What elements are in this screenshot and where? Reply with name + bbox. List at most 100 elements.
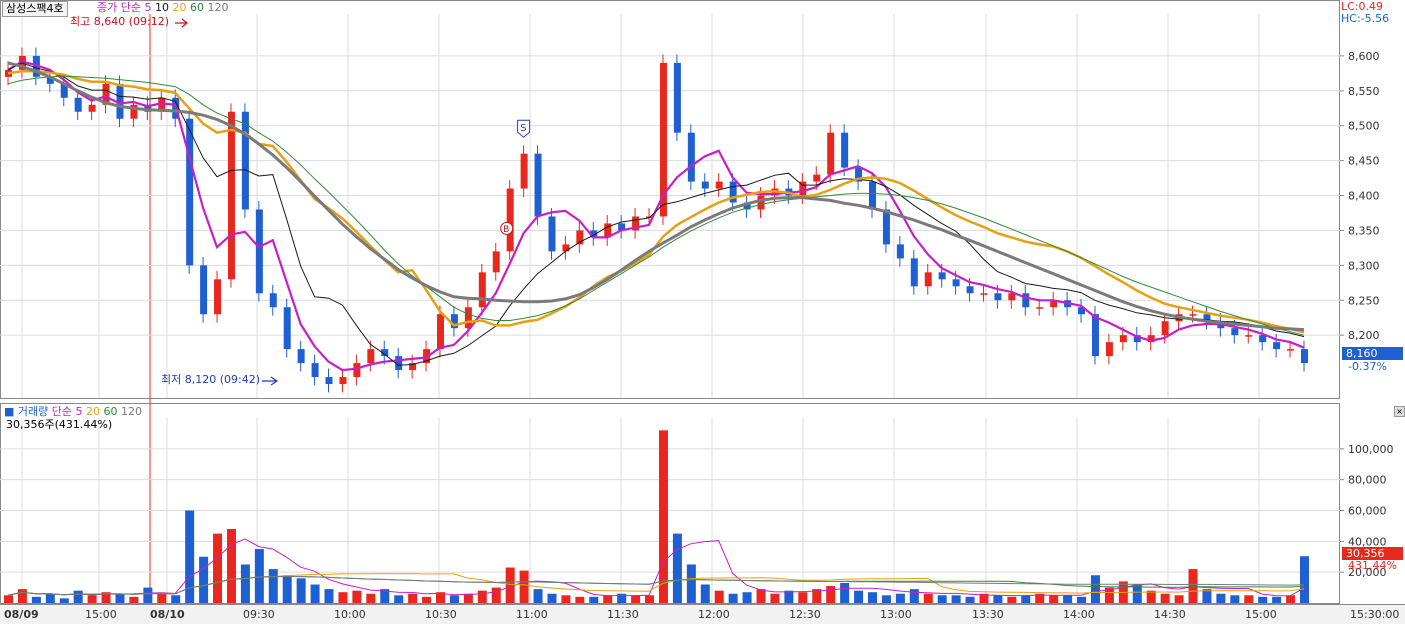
volume-bar [408, 593, 418, 603]
price-y-tick-label: 8,500 [1348, 120, 1380, 133]
ma-5-line [7, 60, 1305, 372]
volume-bar [868, 592, 877, 603]
buy-signal-label: B [503, 225, 509, 235]
price-y-tick-label: 8,300 [1348, 259, 1380, 272]
volume-bar [728, 593, 738, 603]
candle-body [241, 111, 249, 210]
stock-chart[interactable]: 08/09 15:00 08/10 09:30 10:00 10:30 11:00 11:30… [0, 0, 1405, 624]
ma-10-line [7, 62, 1305, 366]
volume-bar [519, 570, 529, 603]
ma-20-label: 20 [172, 1, 187, 14]
volume-bar [268, 569, 278, 603]
symbol-name: 삼성스팩4호 [6, 2, 64, 15]
volume-bar [254, 549, 264, 603]
price-y-tick-label: 8,350 [1348, 224, 1380, 237]
volume-bar [756, 589, 766, 603]
chart-canvas[interactable]: 08/09 15:00 08/10 09:30 10:00 10:30 11:00 11:30… [0, 0, 1405, 624]
volume-bar [422, 596, 432, 603]
volume-bar [1063, 595, 1073, 603]
volume-bar [798, 592, 808, 603]
x-tick-label: 11:00 [516, 608, 548, 621]
price-y-tick-label: 8,200 [1348, 329, 1380, 342]
volume-bar [324, 589, 334, 603]
volume-bar [965, 596, 975, 603]
candle-body [813, 174, 821, 182]
price-legend: 종가 단순 5 10 20 60 120 [97, 1, 229, 15]
x-tick-label: 12:30 [789, 608, 821, 621]
x-tick-label: 08/10 [150, 608, 185, 621]
volume-y-tick-label: 60,000 [1348, 505, 1387, 518]
volume-bar [1077, 596, 1087, 603]
candle-body [478, 272, 486, 308]
volume-bar [59, 598, 69, 603]
candle-body [534, 153, 542, 217]
close-pane-icon[interactable]: × [1394, 406, 1405, 417]
volume-bar [17, 589, 27, 603]
current-volume-label: 30,356주(431.44%) [6, 418, 113, 431]
volume-bar [937, 595, 947, 603]
candle-body [186, 118, 194, 266]
candle-body [1036, 307, 1044, 309]
x-tick-label: 14:00 [1063, 608, 1095, 621]
volume-ma-60-label: 60 [103, 405, 118, 418]
candle-body [325, 377, 333, 385]
candle-body [980, 293, 988, 295]
candle-body [269, 293, 277, 308]
candle-body [1105, 342, 1113, 357]
candle-body [506, 188, 514, 252]
candle-body [1231, 328, 1239, 336]
candle-body [353, 363, 361, 378]
volume-bar [1272, 596, 1282, 603]
volume-bar [658, 430, 668, 603]
candle-body [1022, 293, 1030, 308]
current-volume-ratio: 431.44% [1348, 559, 1397, 572]
volume-bar [784, 590, 794, 603]
volume-y-tick-label: 100,000 [1348, 443, 1394, 456]
candle-body [74, 97, 82, 112]
volume-bar [394, 595, 404, 603]
candle-body [701, 181, 709, 189]
volume-bar [1174, 595, 1184, 603]
volume-indicator-icon: ■ [4, 405, 15, 418]
volume-bar [923, 593, 933, 603]
candle-body [1161, 321, 1169, 336]
candle-body [200, 265, 208, 315]
candle-body [214, 279, 222, 315]
symbol-box[interactable]: 삼성스팩4호 [2, 1, 68, 17]
volume-bar [589, 596, 599, 603]
x-tick-label: 09:30 [243, 608, 275, 621]
volume-bar [1160, 593, 1170, 603]
x-tick-label: 13:00 [880, 608, 912, 621]
candle-body [1287, 349, 1295, 351]
current-price-tag: 8,160 [1342, 347, 1403, 360]
x-tick-label: 15:00 [1245, 608, 1277, 621]
volume-bar [561, 595, 571, 603]
volume-bar [296, 578, 306, 603]
candle-body [938, 272, 946, 280]
candle-body [1245, 335, 1253, 337]
candle-body [882, 209, 890, 245]
volume-bar [547, 593, 557, 603]
volume-bar [714, 590, 724, 603]
volume-y-tick-label: 80,000 [1348, 474, 1387, 487]
volume-bar [645, 595, 655, 603]
candle-body [896, 244, 904, 259]
volume-bar [157, 593, 167, 603]
candle-body [757, 195, 765, 210]
candle-body [88, 104, 96, 112]
x-tick-label: 11:30 [607, 608, 639, 621]
volume-bar [240, 564, 250, 603]
candle-body [1273, 342, 1281, 350]
candle-body [952, 279, 960, 287]
volume-bar [1216, 593, 1226, 603]
high-annotation: 최고 8,640 (09:12) [70, 15, 170, 28]
volume-ma-5-label: 5 [75, 405, 83, 418]
volume-bar [491, 587, 501, 603]
volume-bar [700, 584, 710, 603]
volume-bar [45, 593, 55, 603]
volume-bar [171, 595, 181, 603]
volume-ma-120-label: 120 [121, 405, 143, 418]
x-tick-label: 12:00 [698, 608, 730, 621]
volume-bar [463, 593, 473, 603]
volume-bar [115, 593, 125, 603]
